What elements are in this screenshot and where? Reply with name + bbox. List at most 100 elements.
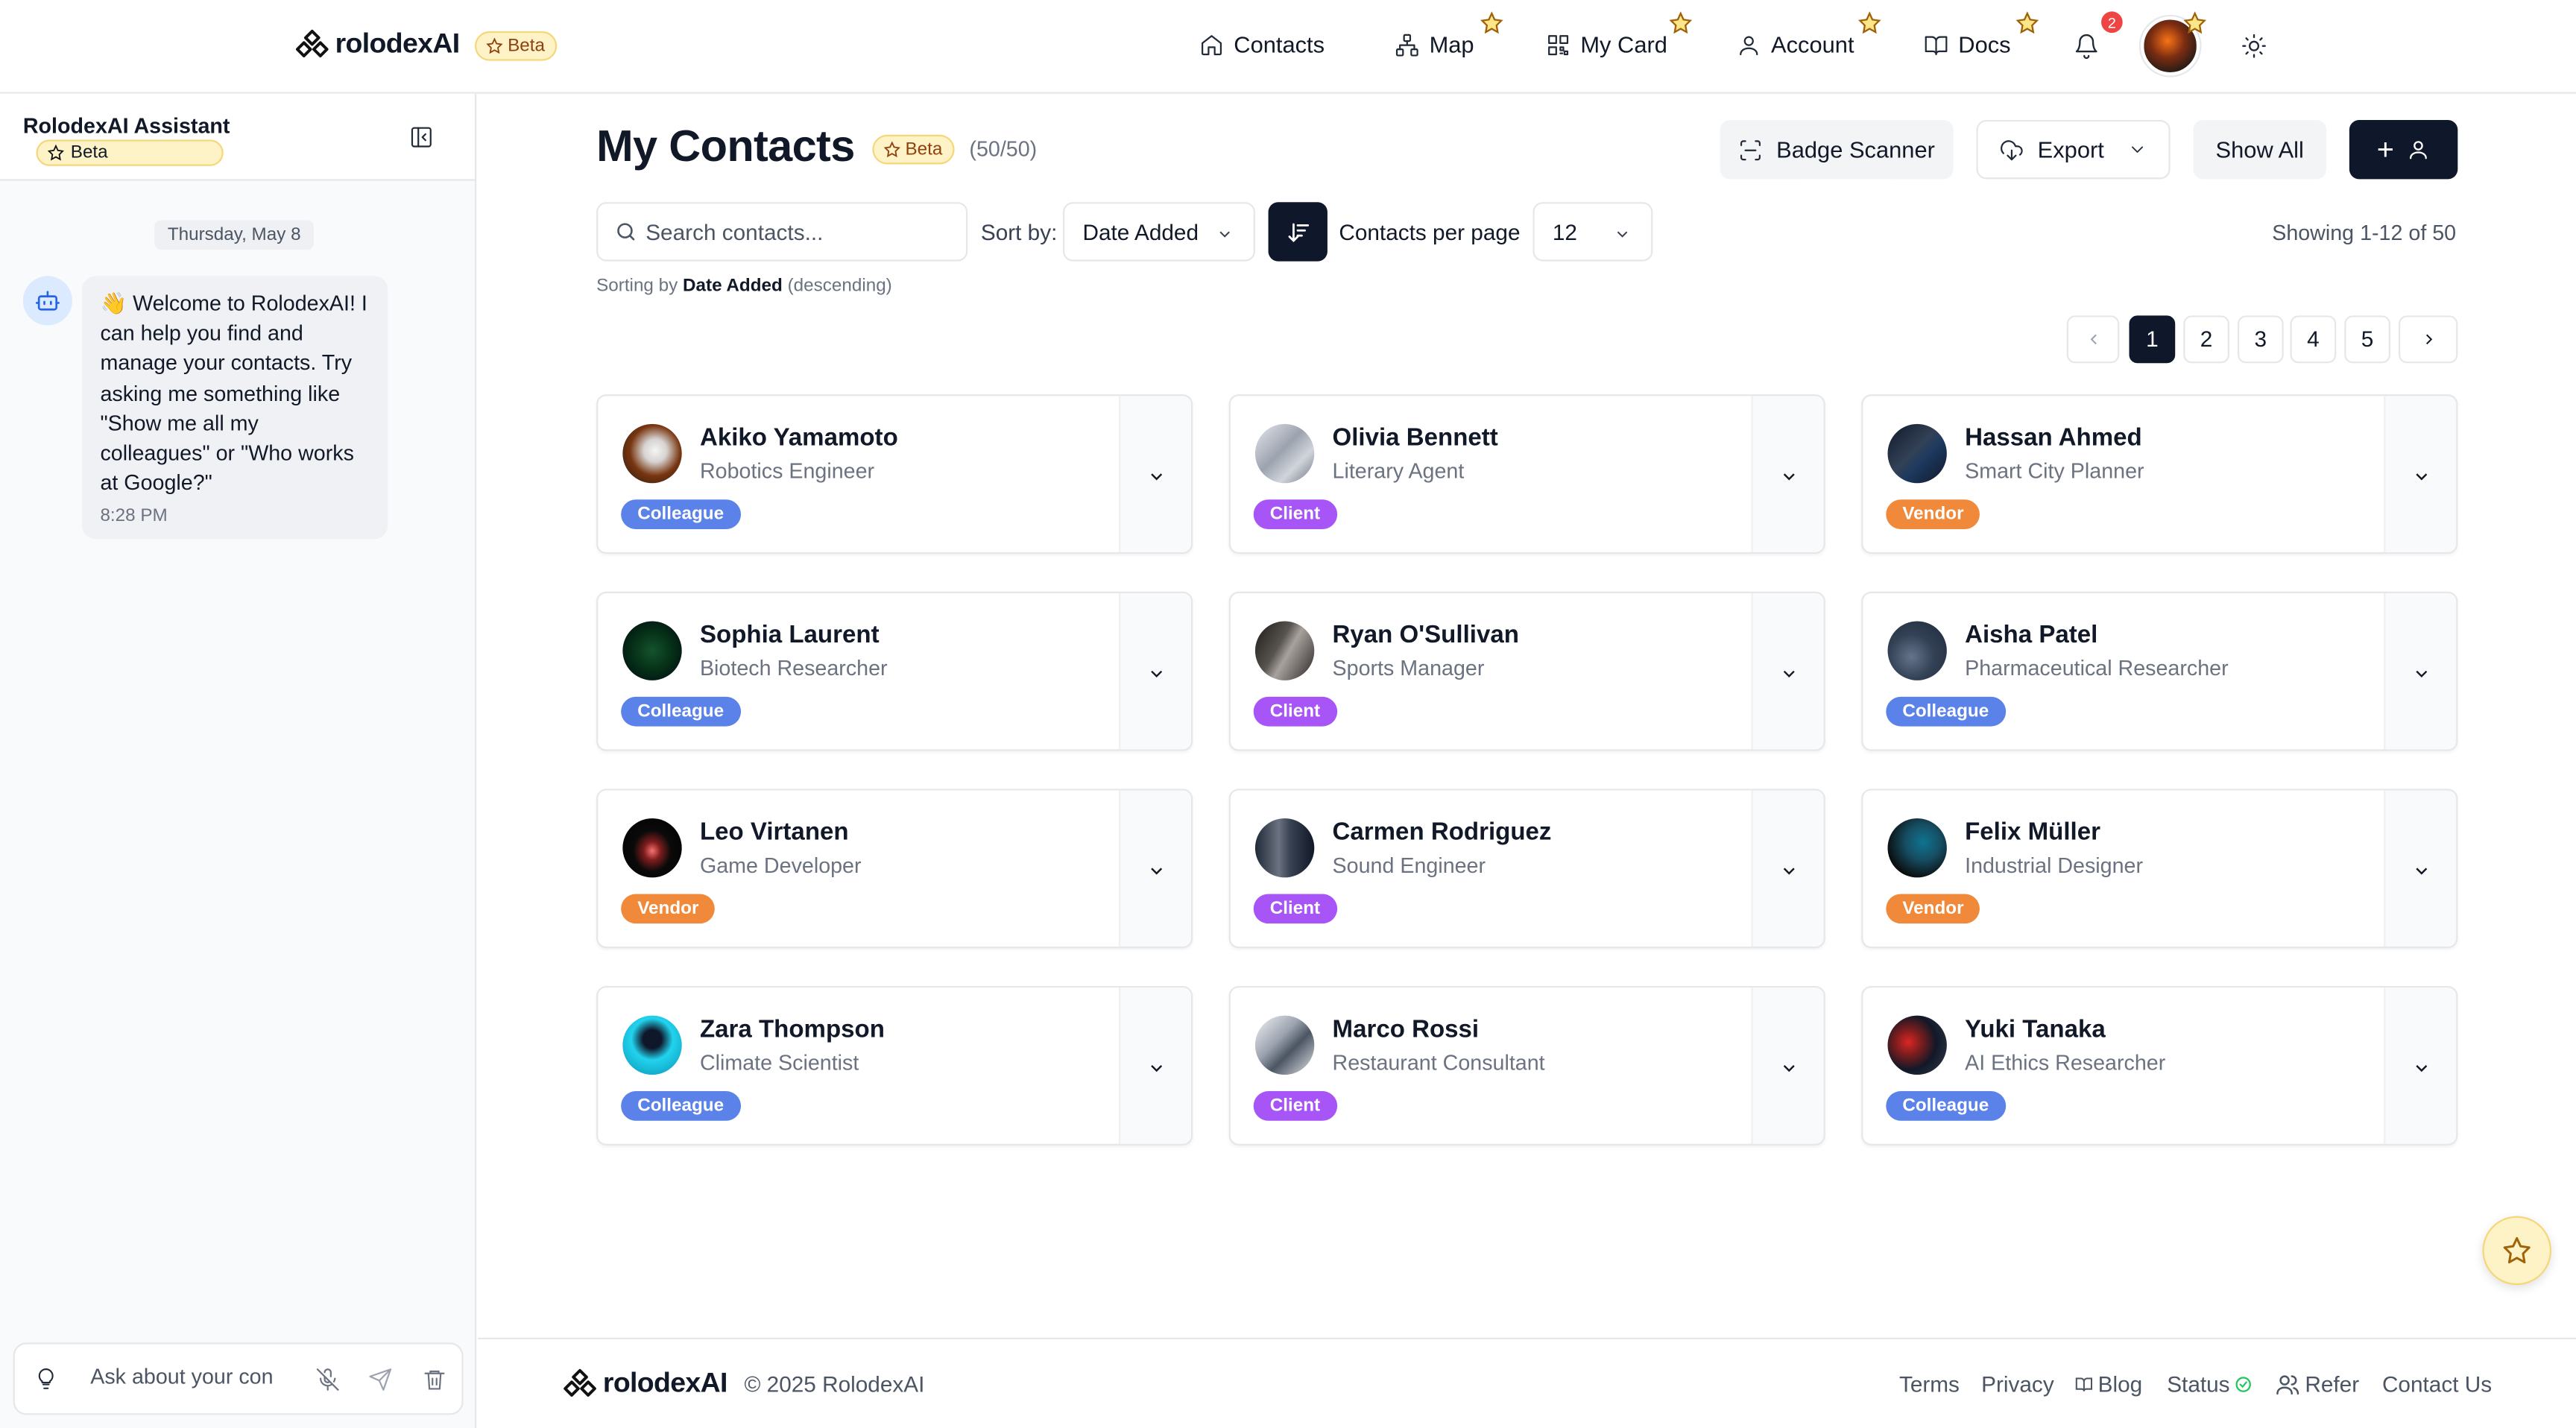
nav-my-card[interactable]: My Card — [1546, 31, 1667, 57]
notifications-button[interactable] — [2074, 33, 2100, 60]
expand-card-button[interactable] — [2384, 790, 2457, 947]
export-button[interactable]: Export — [1976, 119, 2171, 180]
chevron-down-icon — [1150, 867, 1162, 874]
contact-card[interactable]: Zara Thompson Climate Scientist Colleagu… — [596, 985, 1193, 1146]
contact-name: Sophia Laurent — [699, 621, 880, 649]
contact-avatar — [1887, 621, 1947, 680]
contact-card[interactable]: Akiko Yamamoto Robotics Engineer Colleag… — [596, 394, 1193, 555]
contact-name: Zara Thompson — [699, 1015, 885, 1044]
contact-avatar — [622, 423, 682, 484]
chevron-down-icon — [1617, 231, 1628, 238]
star-icon — [2183, 11, 2206, 34]
contact-name: Carmen Rodriguez — [1332, 818, 1552, 847]
chevron-right-icon — [2425, 334, 2432, 345]
sort-select[interactable]: Date Added — [1063, 202, 1255, 262]
pagination-page[interactable]: 5 — [2344, 315, 2390, 364]
star-icon — [1669, 11, 1693, 34]
badge-scanner-button[interactable]: Badge Scanner — [1720, 119, 1954, 180]
search-input[interactable] — [645, 220, 958, 245]
contact-avatar — [622, 621, 682, 680]
pagination-page[interactable]: 1 — [2129, 315, 2176, 364]
expand-card-button[interactable] — [2384, 988, 2457, 1144]
contact-avatar — [1254, 1015, 1315, 1075]
chat-input[interactable] — [90, 1364, 285, 1389]
contact-role: Sports Manager — [1332, 655, 1485, 680]
send-icon[interactable] — [368, 1367, 393, 1391]
feedback-star-button[interactable] — [2482, 1216, 2551, 1286]
add-contact-button[interactable]: + — [2349, 119, 2458, 180]
pagination-page[interactable]: 4 — [2290, 315, 2337, 364]
expand-card-button[interactable] — [1118, 396, 1191, 552]
user-icon — [2410, 141, 2428, 159]
chat-input-bar — [13, 1342, 464, 1415]
theme-toggle[interactable] — [2241, 33, 2267, 59]
contact-tag: Vendor — [1886, 894, 1980, 924]
contact-avatar — [1254, 818, 1315, 878]
collapse-sidebar-button[interactable] — [409, 125, 434, 150]
assistant-message-text: 👋 Welcome to RolodexAI! I can help you f… — [100, 291, 367, 496]
footer-contact-link[interactable]: Contact Us — [2382, 1372, 2492, 1397]
contact-card[interactable]: Hassan Ahmed Smart City Planner Vendor — [1861, 394, 2458, 555]
brand-logo[interactable]: rolodexAI — [295, 28, 461, 60]
expand-card-button[interactable] — [1118, 593, 1191, 750]
chevron-down-icon — [1150, 473, 1162, 480]
star-icon — [1480, 11, 1503, 34]
footer-privacy-link[interactable]: Privacy — [1981, 1372, 2054, 1397]
expand-card-button[interactable] — [2384, 396, 2457, 552]
contact-card[interactable]: Ryan O'Sullivan Sports Manager Client — [1228, 591, 1825, 751]
star-icon — [2015, 11, 2039, 34]
qr-code-icon — [1548, 34, 1569, 55]
home-icon — [1202, 34, 1222, 55]
contact-card[interactable]: Marco Rossi Restaurant Consultant Client — [1228, 985, 1825, 1146]
per-page-select[interactable]: 12 — [1532, 202, 1653, 262]
contact-name: Aisha Patel — [1965, 621, 2098, 649]
footer-logo[interactable]: rolodexAI — [564, 1367, 727, 1400]
pagination-page[interactable]: 3 — [2237, 315, 2284, 364]
brand-name: rolodexAI — [335, 28, 461, 60]
contact-card[interactable]: Sophia Laurent Biotech Researcher Collea… — [596, 591, 1193, 751]
star-icon — [883, 141, 900, 158]
footer-refer-link[interactable]: Refer — [2276, 1372, 2359, 1397]
expand-card-button[interactable] — [1751, 396, 1824, 552]
chevron-down-icon — [1782, 1064, 1794, 1072]
sort-direction-button[interactable] — [1268, 202, 1328, 262]
bell-icon — [2075, 34, 2097, 60]
trash-icon[interactable] — [422, 1367, 446, 1391]
pagination-page[interactable]: 2 — [2183, 315, 2229, 364]
contact-card[interactable]: Aisha Patel Pharmaceutical Researcher Co… — [1861, 591, 2458, 751]
page-title: My Contacts — [596, 121, 855, 171]
expand-card-button[interactable] — [1751, 593, 1824, 750]
contact-card[interactable]: Felix Müller Industrial Designer Vendor — [1861, 789, 2458, 949]
contact-role: Sound Engineer — [1332, 853, 1486, 878]
chevron-down-icon — [2131, 146, 2143, 153]
expand-card-button[interactable] — [2384, 593, 2457, 750]
contact-avatar — [622, 818, 682, 878]
mic-off-icon[interactable] — [315, 1367, 340, 1391]
assistant-sidebar: RolodexAI Assistant Beta Thursday, May 8… — [0, 93, 477, 1428]
contact-avatar — [622, 1015, 682, 1075]
expand-card-button[interactable] — [1118, 988, 1191, 1144]
notification-count: 2 — [2101, 11, 2123, 34]
show-all-button[interactable]: Show All — [2193, 119, 2327, 180]
pagination-prev-button[interactable] — [2066, 315, 2120, 364]
contact-role: Robotics Engineer — [699, 458, 875, 484]
contact-tag: Colleague — [621, 1091, 741, 1121]
contact-card[interactable]: Yuki Tanaka AI Ethics Researcher Colleag… — [1861, 985, 2458, 1146]
footer-terms-link[interactable]: Terms — [1899, 1372, 1960, 1397]
nav-contacts[interactable]: Contacts — [1199, 31, 1325, 57]
nav-account[interactable]: Account — [1737, 31, 1854, 57]
nav-map[interactable]: Map — [1395, 31, 1474, 57]
footer-status-link[interactable]: Status — [2167, 1372, 2253, 1397]
expand-card-button[interactable] — [1751, 790, 1824, 947]
contact-card[interactable]: Olivia Bennett Literary Agent Client — [1228, 394, 1825, 555]
lightbulb-icon[interactable] — [34, 1367, 57, 1390]
expand-card-button[interactable] — [1751, 988, 1824, 1144]
contact-card[interactable]: Carmen Rodriguez Sound Engineer Client — [1228, 789, 1825, 949]
footer-blog-link[interactable]: Blog — [2075, 1372, 2142, 1397]
nav-docs[interactable]: Docs — [1924, 31, 2011, 57]
contact-card[interactable]: Leo Virtanen Game Developer Vendor — [596, 789, 1193, 949]
cloud-download-icon — [2001, 139, 2024, 160]
pagination-next-button[interactable] — [2398, 315, 2458, 364]
expand-card-button[interactable] — [1118, 790, 1191, 947]
contact-avatar — [1887, 818, 1947, 878]
